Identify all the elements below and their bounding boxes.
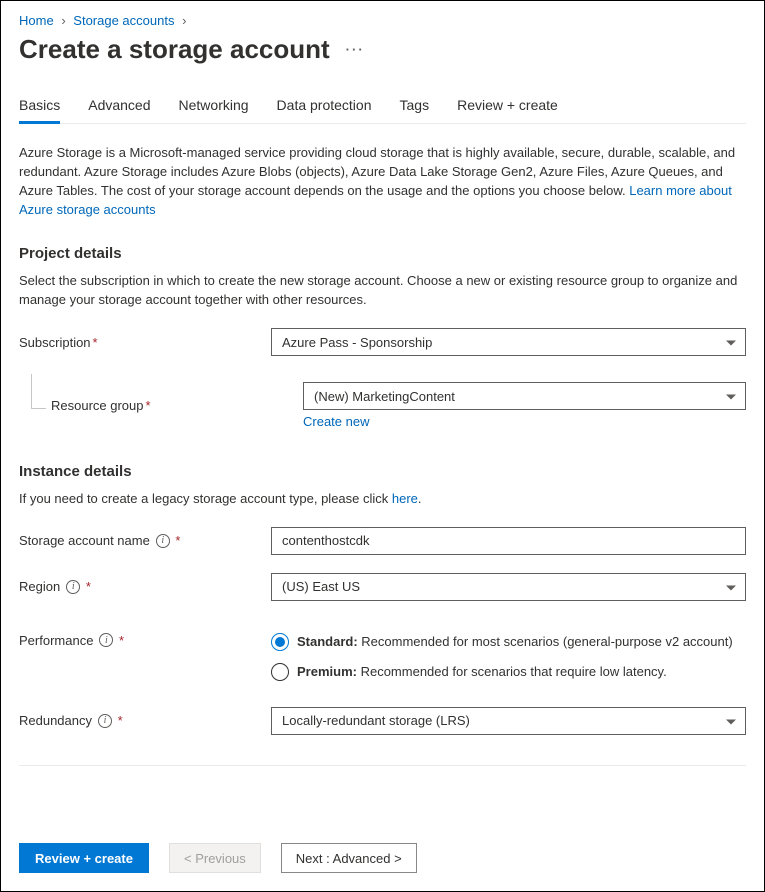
resource-group-select[interactable]: (New) MarketingContent [303, 382, 746, 410]
footer-bar: Review + create < Previous Next : Advanc… [1, 829, 764, 891]
divider [19, 765, 746, 766]
required-indicator: * [82, 579, 91, 594]
performance-standard-radio[interactable]: Standard: Recommended for most scenarios… [271, 633, 746, 651]
project-details-heading: Project details [19, 245, 746, 262]
info-icon[interactable]: i [98, 714, 112, 728]
next-button[interactable]: Next : Advanced > [281, 843, 417, 873]
tab-data-protection[interactable]: Data protection [277, 89, 372, 123]
intro-text: Azure Storage is a Microsoft-managed ser… [19, 145, 735, 198]
legacy-here-link[interactable]: here [392, 491, 418, 506]
storage-account-name-input[interactable]: contenthostcdk [271, 527, 746, 555]
required-indicator: * [93, 335, 98, 350]
info-icon[interactable]: i [99, 633, 113, 647]
performance-premium-radio[interactable]: Premium: Recommended for scenarios that … [271, 663, 746, 681]
tab-advanced[interactable]: Advanced [88, 89, 150, 123]
tab-tags[interactable]: Tags [400, 89, 430, 123]
resource-group-label: Resource group [51, 398, 144, 413]
project-details-desc: Select the subscription in which to crea… [19, 272, 746, 310]
region-label: Region [19, 579, 60, 594]
tab-review-create[interactable]: Review + create [457, 89, 558, 123]
region-select[interactable]: (US) East US [271, 573, 746, 601]
breadcrumb-home[interactable]: Home [19, 13, 54, 28]
perf-standard-desc: Recommended for most scenarios (general-… [358, 634, 733, 649]
previous-button: < Previous [169, 843, 261, 873]
page-title: Create a storage account [19, 34, 330, 65]
subscription-value: Azure Pass - Sponsorship [282, 335, 432, 350]
breadcrumb: Home › Storage accounts › [19, 13, 746, 28]
info-icon[interactable]: i [66, 580, 80, 594]
create-new-rg-link[interactable]: Create new [303, 414, 369, 429]
storage-account-name-label: Storage account name [19, 533, 150, 548]
legacy-desc-prefix: If you need to create a legacy storage a… [19, 491, 392, 506]
tab-basics[interactable]: Basics [19, 89, 60, 123]
instance-details-heading: Instance details [19, 463, 746, 480]
perf-premium-bold: Premium: [297, 664, 357, 679]
instance-details-desc: If you need to create a legacy storage a… [19, 490, 746, 509]
resource-group-value: (New) MarketingContent [314, 389, 455, 404]
review-create-button[interactable]: Review + create [19, 843, 149, 873]
radio-icon [271, 633, 289, 651]
perf-standard-bold: Standard: [297, 634, 358, 649]
redundancy-select[interactable]: Locally-redundant storage (LRS) [271, 707, 746, 735]
redundancy-label: Redundancy [19, 713, 92, 728]
tab-networking[interactable]: Networking [179, 89, 249, 123]
region-value: (US) East US [282, 579, 360, 594]
radio-icon [271, 663, 289, 681]
perf-premium-desc: Recommended for scenarios that require l… [357, 664, 667, 679]
subscription-select[interactable]: Azure Pass - Sponsorship [271, 328, 746, 356]
more-actions-icon[interactable]: ··· [346, 42, 365, 57]
required-indicator: * [172, 533, 181, 548]
wizard-tabs: Basics Advanced Networking Data protecti… [19, 89, 746, 124]
storage-account-name-value: contenthostcdk [282, 533, 369, 548]
info-icon[interactable]: i [156, 534, 170, 548]
chevron-right-icon: › [182, 13, 186, 28]
required-indicator: * [114, 713, 123, 728]
legacy-desc-suffix: . [418, 491, 422, 506]
subscription-label: Subscription [19, 335, 91, 350]
performance-label: Performance [19, 633, 93, 648]
redundancy-value: Locally-redundant storage (LRS) [282, 713, 470, 728]
breadcrumb-storage-accounts[interactable]: Storage accounts [73, 13, 174, 28]
required-indicator: * [115, 633, 124, 648]
chevron-right-icon: › [61, 13, 65, 28]
intro-paragraph: Azure Storage is a Microsoft-managed ser… [19, 144, 746, 219]
required-indicator: * [146, 398, 151, 413]
